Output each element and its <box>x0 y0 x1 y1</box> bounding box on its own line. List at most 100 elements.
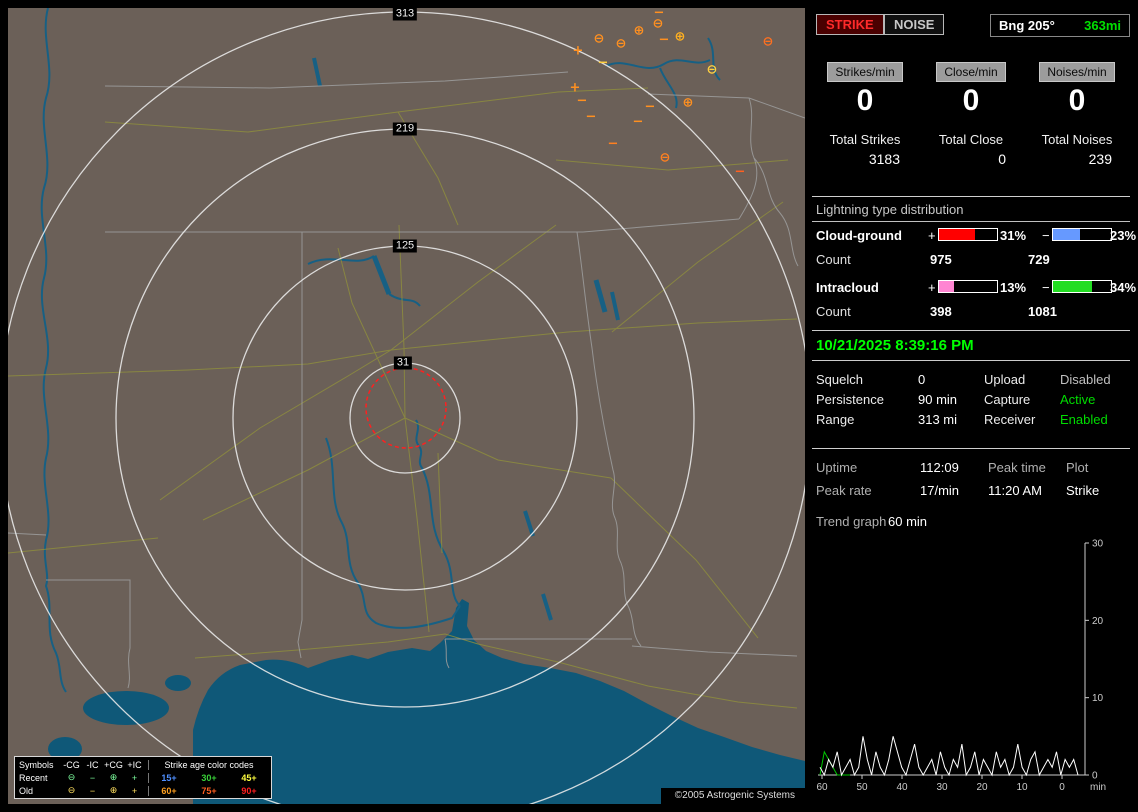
strike-symbol-cgn: ⊖ <box>616 37 627 52</box>
distance-value: 363mi <box>1084 18 1121 33</box>
svg-text:20: 20 <box>976 782 988 793</box>
count-label: Count <box>816 252 851 267</box>
ic-neg-icon: − <box>82 773 103 783</box>
legend-header-row: Symbols -CG -IC +CG +IC Strike age color… <box>17 758 269 771</box>
copyright-text: ©2005 Astrogenic Systems <box>661 788 805 804</box>
svg-text:10: 10 <box>1092 693 1104 704</box>
persistence-label: Persistence <box>816 392 884 407</box>
strike-symbol-icn: − <box>598 56 609 71</box>
trend-graph: 30201006050403020100min <box>812 536 1130 802</box>
total-noises-label: Total Noises <box>1024 132 1130 147</box>
svg-text:60: 60 <box>816 782 828 793</box>
squelch-label: Squelch <box>816 372 863 387</box>
trend-graph-label: Trend graph <box>816 514 886 529</box>
intracloud-row: Intracloud + 13% − 34% <box>812 280 1130 296</box>
plot-value: Strike <box>1066 483 1099 498</box>
strike-symbol-icn: − <box>633 115 644 130</box>
receiver-status: Enabled <box>1060 412 1108 427</box>
count-label: Count <box>816 304 851 319</box>
noises-per-min-value: 0 <box>1024 85 1130 117</box>
range-label: Range <box>816 412 854 427</box>
close-per-min-column: Close/min 0 <box>918 62 1024 117</box>
plot-label: Plot <box>1066 460 1088 475</box>
legend-col-ic-pos: +IC <box>124 760 145 770</box>
strike-symbol-cgp: ⊕ <box>634 24 645 39</box>
strike-symbol-icn: − <box>645 100 656 115</box>
ic-pos-icon: + <box>124 786 145 796</box>
strike-symbol-icn: − <box>659 33 670 48</box>
ic-negative-count: 1081 <box>1028 304 1057 319</box>
cloud-ground-count-row: Count 975 729 <box>812 252 1130 268</box>
settings-grid: Squelch 0 Upload Disabled Persistence 90… <box>812 372 1130 432</box>
noise-indicator-button[interactable]: NOISE <box>884 14 944 35</box>
intracloud-count-row: Count 398 1081 <box>812 304 1130 320</box>
cg-positive-percent: 31% <box>1000 228 1026 243</box>
cg-neg-icon: ⊖ <box>61 785 82 796</box>
noises-per-min-column: Noises/min 0 <box>1024 62 1130 117</box>
svg-text:10: 10 <box>1016 782 1028 793</box>
peak-time-value: 11:20 AM <box>988 483 1042 498</box>
close-per-min-label: Close/min <box>936 62 1005 82</box>
bearing-value: Bng 205° <box>999 18 1055 33</box>
total-close-label: Total Close <box>918 132 1024 147</box>
minus-sign: − <box>1042 228 1050 243</box>
age-30: 30+ <box>189 773 229 783</box>
ic-negative-bar <box>1052 280 1112 293</box>
age-45: 45+ <box>229 773 269 783</box>
lightning-map[interactable]: 313 219 125 31 +−⊖⊖⊕⊖−−⊕⊖⊖⊕−−−−⊖−+− Symb… <box>8 8 805 804</box>
strike-symbol-icn: − <box>735 165 746 180</box>
cg-pos-icon: ⊕ <box>103 772 124 783</box>
strike-symbol-cgn: ⊖ <box>763 35 774 50</box>
separator <box>812 196 1130 197</box>
legend-col-ic-neg: -IC <box>82 760 103 770</box>
strike-symbol-icn: − <box>577 94 588 109</box>
distribution-title: Lightning type distribution <box>812 202 1130 222</box>
strike-symbol-icn: − <box>608 137 619 152</box>
legend-recent-label: Recent <box>17 773 61 783</box>
ic-negative-percent: 34% <box>1110 280 1136 295</box>
settings-row: Squelch 0 Upload Disabled <box>812 372 1130 392</box>
upload-label: Upload <box>984 372 1025 387</box>
capture-status: Active <box>1060 392 1095 407</box>
total-counters: Total Strikes 3183 Total Close 0 Total N… <box>812 132 1130 167</box>
plus-sign: + <box>928 280 936 295</box>
intracloud-label: Intracloud <box>816 280 879 295</box>
age-75: 75+ <box>189 786 229 796</box>
range-value: 313 mi <box>918 412 957 427</box>
status-row: Uptime 112:09 Peak time Plot <box>812 460 1130 483</box>
svg-text:0: 0 <box>1092 771 1098 782</box>
svg-text:30: 30 <box>936 782 948 793</box>
total-close-column: Total Close 0 <box>918 132 1024 167</box>
map-legend: Symbols -CG -IC +CG +IC Strike age color… <box>14 756 272 799</box>
status-row: Peak rate 17/min 11:20 AM Strike <box>812 483 1130 506</box>
range-ring-label-125: 125 <box>393 240 417 253</box>
separator <box>812 448 1130 449</box>
peak-rate-label: Peak rate <box>816 483 872 498</box>
svg-text:0: 0 <box>1059 782 1065 793</box>
legend-old-label: Old <box>17 786 61 796</box>
strike-symbol-icn: − <box>654 8 665 21</box>
total-strikes-value: 3183 <box>812 151 918 167</box>
cloud-ground-label: Cloud-ground <box>816 228 902 243</box>
legend-old-row: Old ⊖ − ⊕ + 60+ 75+ 90+ <box>17 784 269 797</box>
minus-sign: − <box>1042 280 1050 295</box>
upload-status: Disabled <box>1060 372 1111 387</box>
cg-negative-count: 729 <box>1028 252 1050 267</box>
persistence-value: 90 min <box>918 392 957 407</box>
total-strikes-label: Total Strikes <box>812 132 918 147</box>
strikes-per-min-label: Strikes/min <box>827 62 902 82</box>
age-90: 90+ <box>229 786 269 796</box>
total-close-value: 0 <box>918 151 1024 167</box>
rate-counters: Strikes/min 0 Close/min 0 Noises/min 0 <box>812 62 1130 117</box>
strike-indicator-button[interactable]: STRIKE <box>816 14 884 35</box>
close-per-min-value: 0 <box>918 85 1024 117</box>
cg-neg-icon: ⊖ <box>61 772 82 783</box>
strike-symbol-cgp: ⊕ <box>675 30 686 45</box>
legend-recent-row: Recent ⊖ − ⊕ + 15+ 30+ 45+ <box>17 771 269 784</box>
uptime-value: 112:09 <box>920 460 959 475</box>
legend-symbols-header: Symbols <box>17 760 61 770</box>
cg-positive-count: 975 <box>930 252 952 267</box>
range-ring-label-31: 31 <box>394 357 412 370</box>
range-ring-label-219: 219 <box>393 123 417 136</box>
bearing-distance-box: Bng 205° 363mi <box>990 14 1130 37</box>
